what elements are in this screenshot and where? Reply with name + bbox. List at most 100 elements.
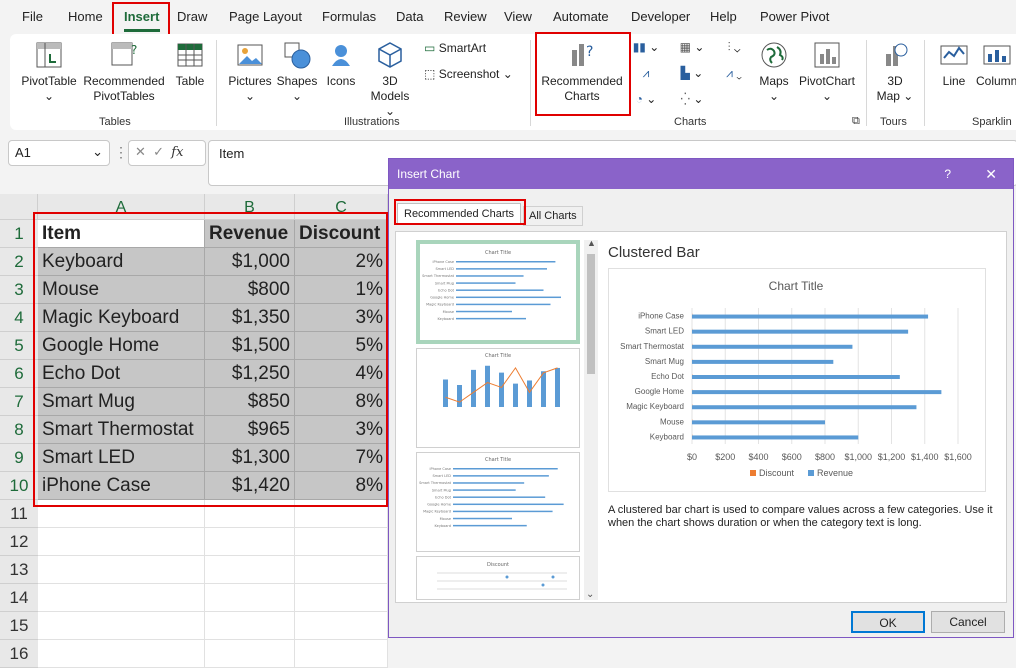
- table-button[interactable]: Table: [172, 40, 208, 89]
- sheet-cell[interactable]: [205, 556, 295, 584]
- row-header[interactable]: 14: [0, 584, 38, 612]
- sheet-cell[interactable]: [205, 584, 295, 612]
- legend-swatch: [808, 470, 814, 476]
- waterfall-chart-button[interactable]: ⫶ ⌄: [714, 40, 754, 55]
- sheet-cell[interactable]: [38, 584, 205, 612]
- line-chart-button[interactable]: ⩘: [632, 66, 660, 81]
- smartart-button[interactable]: ▭ SmartArt: [424, 41, 520, 56]
- tab-formulas[interactable]: Formulas: [322, 9, 376, 24]
- tab-home[interactable]: Home: [68, 9, 103, 24]
- 3d-cube-icon: [378, 42, 402, 68]
- row-header[interactable]: 13: [0, 556, 38, 584]
- thumbnail-bar: [453, 517, 512, 520]
- recommended-pivottables-button[interactable]: ? Recommended PivotTables: [82, 40, 166, 104]
- tab-all-charts[interactable]: All Charts: [523, 206, 583, 226]
- shapes-button[interactable]: Shapes ⌄: [276, 40, 318, 104]
- pictures-button[interactable]: Pictures ⌄: [226, 40, 274, 104]
- sheet-cell[interactable]: [205, 612, 295, 640]
- sheet-cell[interactable]: [38, 612, 205, 640]
- preview-heading: Clustered Bar: [608, 244, 700, 261]
- sheet-cell[interactable]: [38, 528, 205, 556]
- thumbnail-category-label: Keyboard: [438, 317, 454, 321]
- maps-button[interactable]: Maps ⌄: [756, 40, 792, 104]
- sheet-cell[interactable]: [295, 612, 388, 640]
- statistic-chart-button[interactable]: ▙ ⌄: [672, 66, 712, 81]
- ok-button[interactable]: OK: [851, 611, 925, 633]
- 3d-map-button[interactable]: 3D Map ⌄: [874, 40, 916, 104]
- tab-view[interactable]: View: [504, 9, 532, 24]
- row-header[interactable]: 12: [0, 528, 38, 556]
- smartart-label: SmartArt: [438, 41, 487, 55]
- recommended-charts-highlight: [535, 32, 631, 116]
- sheet-cell[interactable]: [295, 640, 388, 668]
- column-chart-button[interactable]: ▮▮ ⌄: [632, 40, 660, 55]
- tab-page-layout[interactable]: Page Layout: [229, 9, 302, 24]
- close-icon[interactable]: ✕: [985, 159, 997, 189]
- thumbnail-bar: [453, 489, 516, 491]
- thumbnail-clustered-column-line[interactable]: Chart Title: [416, 348, 580, 448]
- sparkline-column-button[interactable]: Column: [976, 40, 1016, 89]
- thumbnail-bar-variant[interactable]: Chart Title iPhone Case Smart LED Smart Th…: [416, 452, 580, 552]
- scroll-down-icon[interactable]: ⌄: [586, 589, 594, 600]
- chart-pane: Chart Title iPhone Case Smart LED Smart Th…: [395, 231, 1007, 603]
- sheet-cell[interactable]: [295, 584, 388, 612]
- chevron-down-icon[interactable]: ⌄: [92, 144, 103, 160]
- charts-dialog-launcher-icon[interactable]: ⧉: [852, 115, 860, 128]
- tables-group-label: Tables: [99, 116, 131, 128]
- data-range-highlight: [33, 212, 388, 507]
- tab-file[interactable]: File: [22, 9, 43, 24]
- tab-draw[interactable]: Draw: [177, 9, 207, 24]
- hierarchy-chart-button[interactable]: ▦ ⌄: [672, 40, 712, 55]
- tab-data[interactable]: Data: [396, 9, 423, 24]
- dialog-title: Insert Chart: [397, 167, 460, 181]
- scatter-chart-button[interactable]: ⁛ ⌄: [672, 92, 712, 107]
- tab-developer[interactable]: Developer: [631, 9, 690, 24]
- row-header[interactable]: 15: [0, 612, 38, 640]
- screenshot-button[interactable]: ⬚ Screenshot ⌄: [424, 67, 520, 82]
- tab-automate[interactable]: Automate: [553, 9, 609, 24]
- row-header[interactable]: 16: [0, 640, 38, 668]
- thumbnail-title: Chart Title: [485, 353, 511, 359]
- sparkline-line-button[interactable]: Line: [934, 40, 974, 89]
- pivotchart-button[interactable]: PivotChart ⌄: [796, 40, 858, 104]
- enter-check-icon[interactable]: ✓: [153, 144, 164, 159]
- help-icon[interactable]: ?: [944, 159, 951, 189]
- cancel-button[interactable]: Cancel: [931, 611, 1005, 633]
- tab-review[interactable]: Review: [444, 9, 487, 24]
- sheet-cell[interactable]: [38, 556, 205, 584]
- thumbnail-discount-scatter[interactable]: Discount: [416, 556, 580, 600]
- hierarchy-chart-icon: ▦: [679, 40, 691, 54]
- category-label: Smart Mug: [645, 357, 684, 366]
- shapes-icon: [284, 42, 311, 69]
- bar-revenue: [692, 314, 929, 319]
- sheet-cell[interactable]: [295, 556, 388, 584]
- sheet-cell[interactable]: [205, 640, 295, 668]
- pivottable-button[interactable]: PivotTable ⌄: [20, 40, 78, 104]
- chart-description: A clustered bar chart is used to compare…: [608, 504, 993, 529]
- scroll-up-icon[interactable]: ▲: [587, 238, 596, 248]
- sheet-cell[interactable]: [205, 528, 295, 556]
- thumbnail-category-label: Smart Mug: [432, 488, 451, 492]
- thumbnail-bar: [453, 510, 553, 513]
- combo-chart-button[interactable]: ⩘ ⌄: [714, 66, 754, 81]
- 3d-models-button[interactable]: 3D Models ⌄: [364, 40, 416, 119]
- pivotchart-label: PivotChart: [798, 74, 856, 88]
- tours-group-label: Tours: [880, 116, 907, 128]
- icons-button[interactable]: Icons: [322, 40, 360, 89]
- sheet-cell[interactable]: [295, 528, 388, 556]
- thumbnail-clustered-bar[interactable]: Chart Title iPhone Case Smart LED Smart Th…: [416, 240, 580, 344]
- name-box[interactable]: A1 ⌄: [8, 140, 110, 166]
- sheet-cell[interactable]: [38, 640, 205, 668]
- cancel-x-icon[interactable]: ✕: [135, 144, 146, 159]
- x-tick-label: $1,600: [944, 452, 972, 462]
- scrollbar-thumb[interactable]: [587, 254, 595, 374]
- chevron-down-icon: ⌄: [768, 89, 780, 103]
- tab-help[interactable]: Help: [710, 9, 737, 24]
- pivotchart-icon: [814, 42, 840, 68]
- thumbnail-column: [485, 365, 490, 407]
- fx-icon[interactable]: fx: [171, 145, 183, 160]
- category-label: Smart LED: [645, 327, 684, 336]
- thumbnail-scrollbar[interactable]: ▲ ⌄: [584, 238, 598, 600]
- tab-power-pivot[interactable]: Power Pivot: [760, 9, 829, 24]
- pie-chart-button[interactable]: ◔ ⌄: [632, 92, 660, 107]
